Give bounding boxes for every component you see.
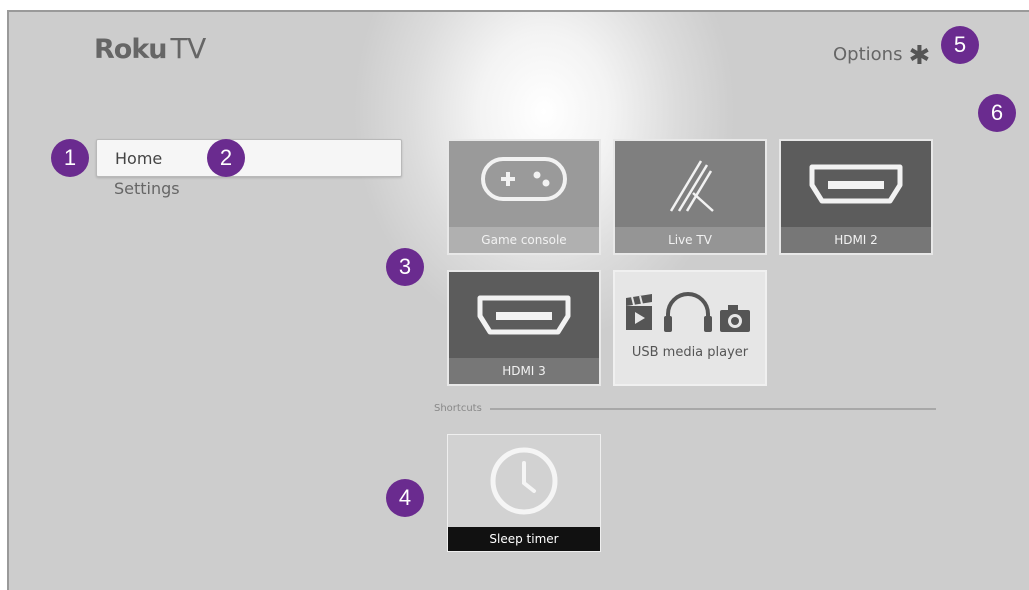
antenna-icon — [615, 153, 765, 215]
tile-label: Live TV — [615, 227, 765, 253]
menu-item-home[interactable]: Home — [96, 139, 402, 177]
roku-tv-logo: Roku TV — [94, 32, 206, 65]
clapperboard-icon — [626, 294, 652, 330]
hdmi-icon — [449, 294, 599, 338]
tile-label: HDMI 2 — [781, 227, 931, 253]
logo-suffix: TV — [170, 32, 207, 65]
headphones-icon — [664, 292, 712, 332]
tile-hdmi-3[interactable]: HDMI 3 — [447, 270, 601, 386]
shortcuts-divider: Shortcuts — [434, 403, 936, 414]
tile-label: Game console — [449, 227, 599, 253]
tile-hdmi-2[interactable]: HDMI 2 — [779, 139, 933, 255]
tile-game-console[interactable]: Game console — [447, 139, 601, 255]
camera-icon — [720, 305, 750, 332]
options-button[interactable]: Options ✱ — [833, 40, 931, 71]
tile-live-tv[interactable]: Live TV — [613, 139, 767, 255]
annotation-badge-1: 1 — [51, 139, 89, 177]
annotation-badge-5: 5 — [941, 26, 979, 64]
tile-sleep-timer[interactable]: Sleep timer — [447, 434, 601, 552]
shortcuts-heading: Shortcuts — [434, 403, 482, 414]
hdmi-icon — [781, 163, 931, 207]
annotation-badge-4: 4 — [386, 479, 424, 517]
divider-line — [489, 407, 936, 410]
tile-label: Sleep timer — [448, 527, 600, 551]
tv-screen: Roku TV Options ✱ Home Settings Game cons… — [9, 12, 1029, 590]
menu-item-settings[interactable]: Settings — [96, 177, 402, 201]
tile-usb-media-player[interactable]: USB media player — [613, 270, 767, 386]
gamepad-icon — [449, 153, 599, 211]
clock-icon — [448, 445, 600, 517]
logo-brand: Roku — [94, 34, 168, 65]
asterisk-icon: ✱ — [908, 40, 931, 71]
annotation-badge-6: 6 — [978, 94, 1016, 132]
media-icons — [615, 288, 765, 336]
annotation-badge-3: 3 — [386, 248, 424, 286]
annotation-badge-2: 2 — [207, 139, 245, 177]
tile-label: USB media player — [631, 345, 749, 360]
tile-label: HDMI 3 — [449, 358, 599, 384]
main-menu: Home Settings — [96, 139, 402, 201]
options-label: Options — [833, 44, 903, 65]
